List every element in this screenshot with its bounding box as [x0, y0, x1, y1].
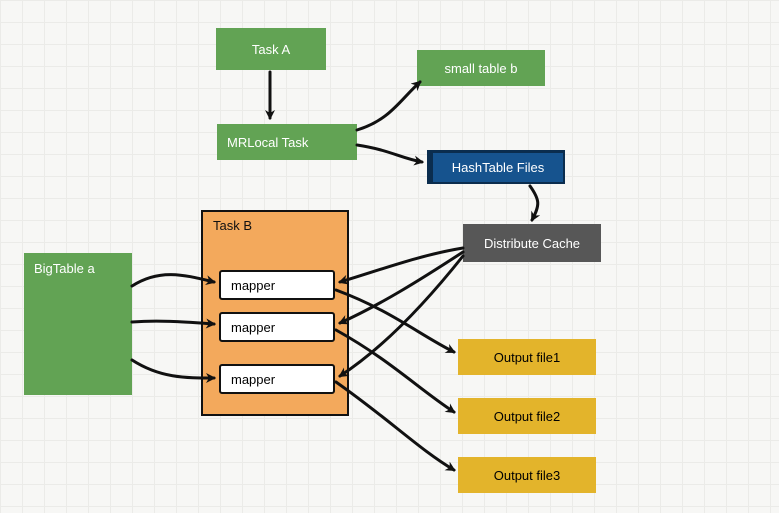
big-table-a-node: BigTable a	[24, 253, 132, 395]
big-table-a-label: BigTable a	[34, 261, 95, 276]
output-file-2-node: Output file2	[458, 398, 596, 434]
mapper-3-node: mapper	[219, 364, 335, 394]
distribute-cache-node: Distribute Cache	[463, 224, 601, 262]
mapper-1-node: mapper	[219, 270, 335, 300]
output-file-1-node: Output file1	[458, 339, 596, 375]
small-table-b-node: small table b	[417, 50, 545, 86]
task-a-node: Task A	[216, 28, 326, 70]
hashtable-files-node: HashTable Files	[427, 150, 565, 184]
task-b-label: Task B	[213, 218, 252, 233]
output-file-3-node: Output file3	[458, 457, 596, 493]
mapper-2-node: mapper	[219, 312, 335, 342]
mrlocal-task-node: MRLocal Task	[217, 124, 357, 160]
